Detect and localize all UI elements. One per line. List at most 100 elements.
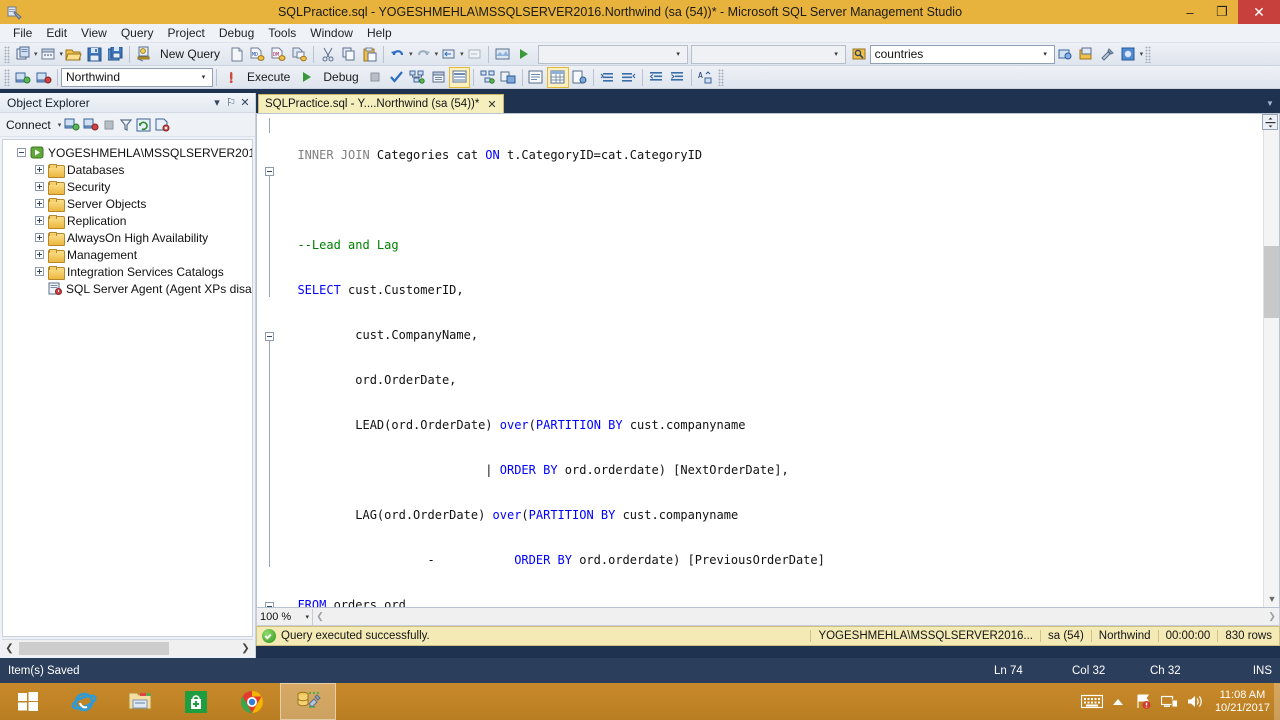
scrollbar-track[interactable] <box>17 641 238 655</box>
editor-horizontal-scrollbar-track[interactable] <box>327 608 1265 625</box>
taskbar-clock[interactable]: 11:08 AM 10/21/2017 <box>1209 689 1274 715</box>
menu-item-help[interactable]: Help <box>360 24 399 43</box>
connect-dropdown-icon[interactable]: ▾ <box>58 121 62 129</box>
start-button-icon[interactable] <box>0 683 56 720</box>
tools-options-icon[interactable] <box>1097 44 1118 65</box>
refresh-icon[interactable] <box>136 118 151 132</box>
secondary-combo[interactable]: ▾ <box>690 44 846 64</box>
save-all-icon[interactable] <box>105 44 126 65</box>
new-database-engine-query-icon[interactable] <box>226 44 247 65</box>
save-icon[interactable] <box>84 44 105 65</box>
display-estimated-execution-plan-icon[interactable] <box>407 67 428 88</box>
tree-node-replication[interactable]: Replication <box>3 212 252 229</box>
minimize-button[interactable]: – <box>1174 0 1206 24</box>
open-file-icon[interactable] <box>63 44 84 65</box>
new-analysis-services-dmx-query-icon[interactable]: DM <box>268 44 289 65</box>
pin-icon[interactable]: ⚐ <box>224 96 238 109</box>
tab-close-icon[interactable]: ✕ <box>487 98 496 111</box>
tree-node-integration-services-catalogs[interactable]: Integration Services Catalogs <box>3 263 252 280</box>
menu-item-view[interactable]: View <box>74 24 114 43</box>
object-explorer-details-icon[interactable] <box>1076 44 1097 65</box>
show-desktop-button[interactable] <box>1274 683 1280 720</box>
zoom-level-combo[interactable]: 100 % ▾ <box>257 608 313 625</box>
navigate-forward-icon[interactable] <box>464 44 485 65</box>
store-icon[interactable] <box>168 683 224 720</box>
chevron-down-icon[interactable]: ▾ <box>672 46 685 63</box>
expander-plus-icon[interactable] <box>35 267 44 276</box>
execute-button[interactable]: Execute <box>241 67 296 88</box>
stop-icon[interactable] <box>102 118 116 132</box>
new-item-icon[interactable] <box>38 44 59 65</box>
close-button[interactable]: ✕ <box>1238 0 1280 24</box>
tree-node-alwayson-high-availability[interactable]: AlwaysOn High Availability <box>3 229 252 246</box>
object-search-icon[interactable] <box>849 44 870 65</box>
sql-code-editor[interactable]: INNER JOIN Categories cat ON t.CategoryI… <box>256 113 1280 608</box>
decrease-indent-icon[interactable] <box>646 67 667 88</box>
chevron-down-icon[interactable]: ▾ <box>830 46 843 63</box>
show-diagram-pane-icon[interactable] <box>492 44 513 65</box>
sql-code-text[interactable]: INNER JOIN Categories cat ON t.CategoryI… <box>283 114 1279 607</box>
results-to-file-icon[interactable] <box>498 67 519 88</box>
redo-icon[interactable] <box>413 44 434 65</box>
database-combo[interactable]: Northwind ▾ <box>61 67 213 87</box>
connect-object-explorer-icon[interactable] <box>64 117 80 132</box>
sql-server-management-studio-icon[interactable] <box>280 683 336 720</box>
scroll-left-icon[interactable]: ❮ <box>313 611 327 622</box>
results-to-file-alt-icon[interactable] <box>569 67 590 88</box>
file-explorer-icon[interactable] <box>112 683 168 720</box>
copy-icon[interactable] <box>338 44 359 65</box>
query-options-icon[interactable] <box>428 67 449 88</box>
scroll-left-icon[interactable]: ❮ <box>2 643 17 654</box>
tree-node-management[interactable]: Management <box>3 246 252 263</box>
menu-item-debug[interactable]: Debug <box>212 24 261 43</box>
tree-node-server-objects[interactable]: Server Objects <box>3 195 252 212</box>
action-center-flag-icon[interactable] <box>1131 693 1157 710</box>
menu-item-edit[interactable]: Edit <box>39 24 74 43</box>
menu-item-tools[interactable]: Tools <box>261 24 303 43</box>
expander-plus-icon[interactable] <box>35 216 44 225</box>
scrollbar-thumb[interactable] <box>19 641 169 655</box>
remove-disconnected-servers-icon[interactable] <box>154 117 170 132</box>
uncomment-lines-icon[interactable] <box>618 67 639 88</box>
restore-button[interactable]: ❐ <box>1206 0 1238 24</box>
include-client-statistics-icon[interactable] <box>477 67 498 88</box>
split-editor-button[interactable] <box>1262 114 1278 130</box>
toolbar-overflow-grip[interactable] <box>1145 45 1152 63</box>
parse-icon[interactable] <box>386 67 407 88</box>
toolbar-grip[interactable] <box>4 68 10 86</box>
toolbar-overflow-grip[interactable] <box>717 68 724 86</box>
expander-plus-icon[interactable] <box>35 182 44 191</box>
new-query-icon[interactable] <box>133 44 154 65</box>
chevron-down-icon[interactable]: ▾ <box>1039 46 1052 63</box>
show-hidden-icons-icon[interactable] <box>1105 697 1131 707</box>
server-combo[interactable]: ▾ <box>537 44 688 64</box>
object-explorer-tree[interactable]: YOGESHMEHLA\MSSQLSERVER2016 (SQL Databas… <box>2 139 253 637</box>
disconnect-object-explorer-icon[interactable] <box>83 117 99 132</box>
increase-indent-icon[interactable] <box>667 67 688 88</box>
tree-node-server[interactable]: YOGESHMEHLA\MSSQLSERVER2016 (SQL <box>3 144 252 161</box>
filter-icon[interactable] <box>119 118 133 132</box>
disconnect-icon[interactable] <box>33 67 54 88</box>
debug-button[interactable]: Debug <box>317 67 364 88</box>
chevron-down-icon[interactable]: ▾ <box>210 96 224 109</box>
menu-item-window[interactable]: Window <box>303 24 360 43</box>
menu-item-query[interactable]: Query <box>114 24 161 43</box>
new-project-icon[interactable] <box>12 44 33 65</box>
specify-values-for-template-parameters-icon[interactable]: A <box>695 67 716 88</box>
object-search-go-icon[interactable] <box>1055 44 1076 65</box>
tab-sqlpractice-sql[interactable]: SQLPractice.sql - Y....Northwind (sa (54… <box>258 94 504 113</box>
connect-icon[interactable] <box>12 67 33 88</box>
expander-minus-icon[interactable] <box>17 148 26 157</box>
scrollbar-thumb[interactable] <box>1264 246 1279 318</box>
paste-icon[interactable] <box>359 44 380 65</box>
menu-item-project[interactable]: Project <box>161 24 212 43</box>
network-icon[interactable] <box>1157 694 1183 709</box>
chevron-down-icon[interactable]: ▾ <box>305 613 309 621</box>
results-to-grid-icon[interactable] <box>546 66 569 88</box>
toolbar-grip[interactable] <box>4 45 10 63</box>
tab-list-dropdown-icon[interactable]: ▼ <box>1260 94 1280 113</box>
expander-plus-icon[interactable] <box>35 250 44 259</box>
debug-icon[interactable] <box>296 67 317 88</box>
editor-fold-gutter[interactable] <box>257 114 283 607</box>
google-chrome-icon[interactable] <box>224 683 280 720</box>
